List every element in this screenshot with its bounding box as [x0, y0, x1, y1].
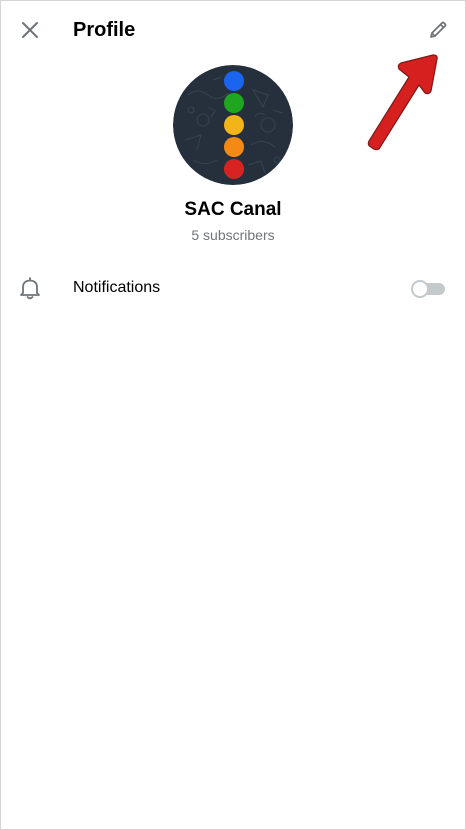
annotation-arrow [367, 54, 438, 151]
toggle-knob [411, 280, 429, 298]
profile-panel: Profile SAC Canal 5 subscribers Notifica… [0, 0, 466, 830]
subscriber-count: 5 subscribers [191, 227, 275, 243]
channel-name: SAC Canal [184, 199, 282, 220]
avatar-dot [224, 115, 244, 135]
avatar-dot [224, 71, 244, 91]
avatar-dot [224, 159, 244, 179]
close-icon [22, 22, 38, 38]
notifications-label: Notifications [73, 279, 161, 296]
avatar-dot [224, 137, 244, 157]
bell-icon [20, 277, 40, 300]
edit-button[interactable] [423, 15, 453, 45]
pencil-icon [430, 21, 447, 38]
notifications-toggle[interactable] [411, 280, 445, 298]
close-button[interactable] [15, 15, 45, 45]
page-title: Profile [73, 19, 136, 41]
notifications-row[interactable]: Notifications [1, 263, 465, 313]
avatar-dot [224, 93, 244, 113]
channel-avatar [173, 65, 293, 185]
